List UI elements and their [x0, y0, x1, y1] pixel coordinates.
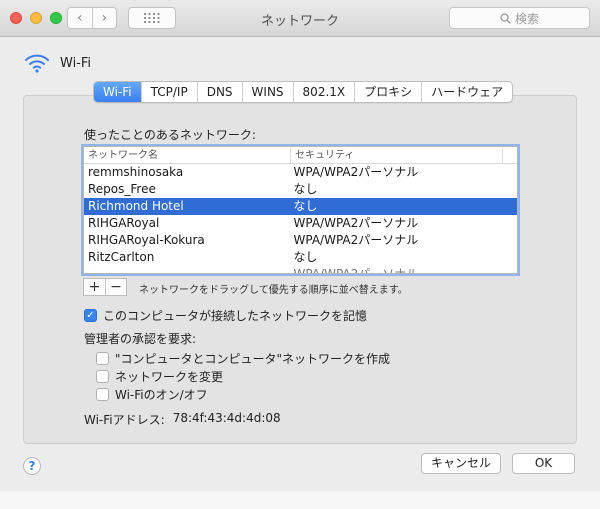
tab-wins[interactable]: WINS — [241, 82, 293, 102]
network-security: WPA/WPA2パーソナル — [293, 165, 419, 179]
search-field[interactable]: 検索 — [449, 7, 590, 29]
tab-proxy[interactable]: プロキシ — [354, 82, 421, 102]
table-row[interactable]: RIHGARoyal WPA/WPA2パーソナル — [84, 215, 517, 232]
table-row[interactable]: Repos_Free なし — [84, 181, 517, 198]
wifi-icon — [25, 54, 49, 73]
ok-button[interactable]: OK — [512, 453, 575, 474]
cancel-button[interactable]: キャンセル — [421, 453, 501, 474]
network-security: なし — [293, 199, 318, 213]
network-security: なし — [293, 250, 318, 264]
column-header-security[interactable]: セキュリティ — [291, 147, 503, 163]
require-admin-wifi-toggle-label: Wi-Fiのオン/オフ — [115, 388, 208, 402]
require-admin-change-network-label: ネットワークを変更 — [115, 370, 224, 384]
require-admin-change-network-option[interactable]: ネットワークを変更 — [96, 368, 223, 385]
drag-hint-text: ネットワークをドラッグして優先する順序に並べ替えます。 — [139, 285, 408, 296]
network-security: WPA/WPA2パーソナル — [293, 233, 419, 247]
network-preferences-window: ‹ › ネットワーク 検索 Wi-Fi Wi-Fi TCP/IP DNS WIN… — [0, 0, 600, 509]
remember-networks-label: このコンピュータが接続したネットワークを記憶 — [103, 309, 368, 323]
remember-networks-checkbox[interactable]: ✓ — [84, 309, 97, 322]
tab-bar: Wi-Fi TCP/IP DNS WINS 802.1X プロキシ ハードウェア — [93, 81, 514, 103]
network-name: remmshinosaka — [88, 165, 184, 179]
service-header: Wi-Fi — [24, 50, 91, 76]
wifi-address: Wi-Fiアドレス: 78:4f:43:4d:4d:08 — [84, 411, 281, 428]
tab-tcpip[interactable]: TCP/IP — [140, 82, 197, 102]
require-admin-wifi-toggle-option[interactable]: Wi-Fiのオン/オフ — [96, 386, 208, 403]
search-icon — [500, 12, 511, 24]
network-name: Repos_Free — [88, 182, 156, 196]
remember-networks-option[interactable]: ✓ このコンピュータが接続したネットワークを記憶 — [84, 307, 367, 324]
search-placeholder: 検索 — [514, 11, 539, 26]
table-header: ネットワーク名 セキュリティ — [84, 147, 517, 164]
network-name: RIHGARoyal-Kokura — [88, 233, 205, 247]
table-row[interactable]: WPA/WPA2パーソナル — [84, 266, 517, 274]
require-admin-wifi-toggle-checkbox[interactable] — [96, 388, 109, 401]
table-row[interactable]: RitzCarlton なし — [84, 249, 517, 266]
network-name: Richmond Hotel — [88, 199, 184, 213]
column-header-network-name[interactable]: ネットワーク名 — [84, 147, 291, 163]
require-admin-create-network-label: "コンピュータとコンピュータ"ネットワークを作成 — [115, 352, 391, 366]
add-network-button[interactable]: + — [84, 279, 105, 295]
title-bar: ‹ › ネットワーク 検索 — [0, 0, 600, 37]
table-row[interactable]: RIHGARoyal-Kokura WPA/WPA2パーソナル — [84, 232, 517, 249]
network-security: WPA/WPA2パーソナル — [293, 216, 419, 230]
network-name: RIHGARoyal — [88, 216, 160, 230]
require-admin-change-network-checkbox[interactable] — [96, 370, 109, 383]
table-row[interactable]: remmshinosaka WPA/WPA2パーソナル — [84, 164, 517, 181]
table-row-selected[interactable]: Richmond Hotel なし — [84, 198, 517, 215]
background-strip — [0, 491, 600, 509]
service-name: Wi-Fi — [60, 55, 92, 71]
admin-approval-label: 管理者の承認を要求: — [84, 332, 197, 346]
network-name — [84, 266, 292, 273]
require-admin-create-network-option[interactable]: "コンピュータとコンピュータ"ネットワークを作成 — [96, 350, 390, 367]
checkmark-icon: ✓ — [86, 310, 95, 321]
remove-network-button[interactable]: − — [105, 279, 126, 295]
wifi-address-value: 78:4f:43:4d:4d:08 — [172, 411, 281, 425]
network-security: なし — [293, 182, 318, 196]
tab-wifi[interactable]: Wi-Fi — [94, 82, 141, 102]
wifi-address-label: Wi-Fiアドレス: — [84, 413, 165, 427]
require-admin-create-network-checkbox[interactable] — [96, 352, 109, 365]
tab-8021x[interactable]: 802.1X — [292, 82, 355, 102]
tab-dns[interactable]: DNS — [196, 82, 242, 102]
help-button[interactable]: ? — [23, 457, 41, 475]
preferred-networks-label: 使ったことのあるネットワーク: — [84, 128, 256, 142]
preferred-networks-table[interactable]: ネットワーク名 セキュリティ remmshinosaka WPA/WPA2パーソ… — [83, 146, 518, 274]
tab-hardware[interactable]: ハードウェア — [421, 82, 512, 102]
network-security: WPA/WPA2パーソナル — [293, 267, 419, 274]
network-name: RitzCarlton — [88, 250, 155, 264]
add-remove-control: + − — [83, 278, 127, 296]
